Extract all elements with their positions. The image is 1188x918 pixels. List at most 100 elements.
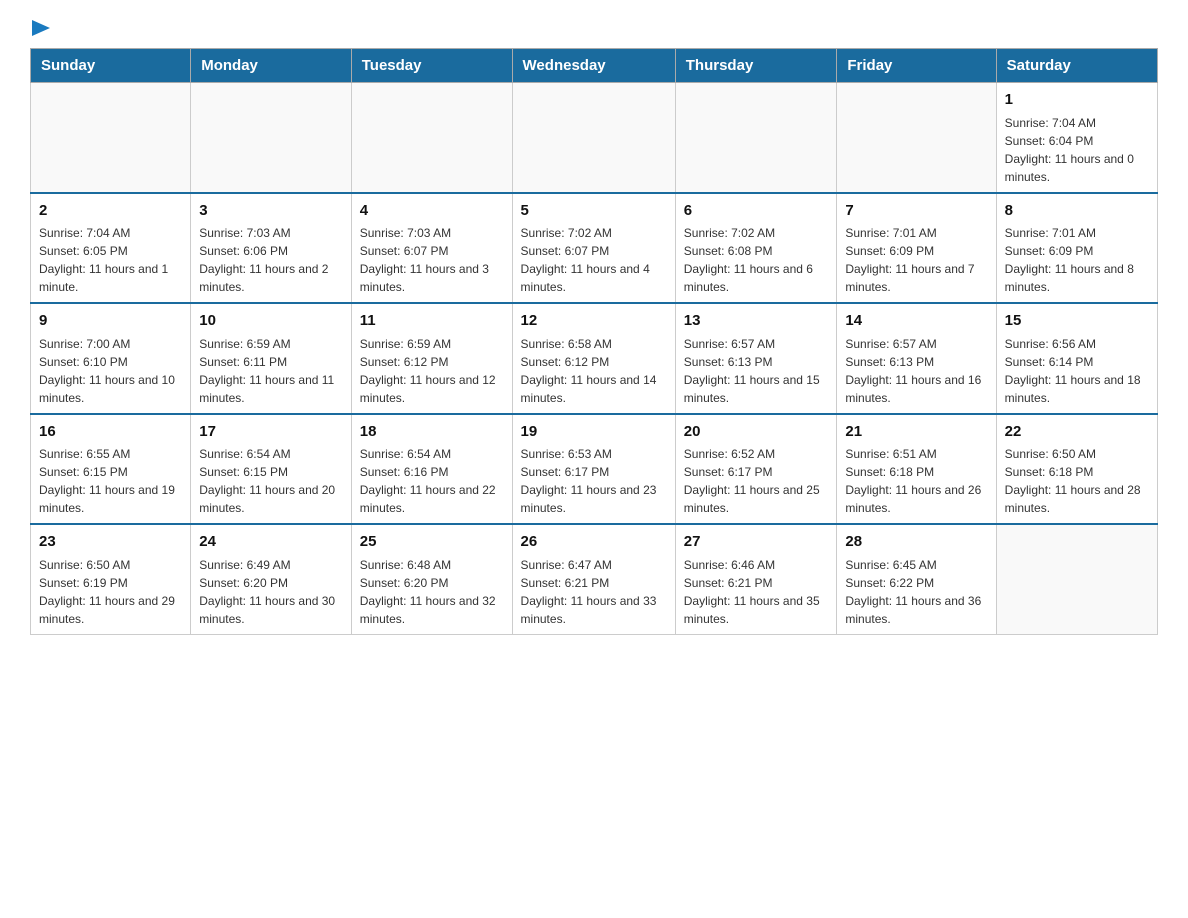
day-header-sunday: Sunday (31, 49, 191, 83)
calendar-day-cell: 20 Sunrise: 6:52 AM Sunset: 6:17 PM Dayligh… (675, 414, 837, 525)
sunset-text: Sunset: 6:18 PM (1005, 465, 1094, 479)
sunrise-text: Sunrise: 6:54 AM (360, 447, 451, 461)
calendar-day-cell (31, 83, 191, 193)
sunrise-text: Sunrise: 6:51 AM (845, 447, 936, 461)
daylight-text: Daylight: 11 hours and 15 minutes. (684, 373, 820, 405)
daylight-text: Daylight: 11 hours and 1 minute. (39, 262, 168, 294)
sunrise-text: Sunrise: 6:50 AM (1005, 447, 1096, 461)
calendar-day-cell: 16Sunrise: 6:55 AMSunset: 6:15 PMDayligh… (31, 414, 191, 525)
page-header (30, 20, 1158, 38)
sunrise-text: Sunrise: 7:00 AM (39, 337, 130, 351)
sunset-text: Sunset: 6:19 PM (39, 576, 128, 590)
sunrise-text: Sunrise: 6:46 AM (684, 558, 775, 572)
day-number: 24 (199, 531, 343, 554)
logo (30, 20, 50, 38)
day-number: 23 (39, 531, 182, 554)
calendar-day-cell: 26Sunrise: 6:47 AMSunset: 6:21 PMDayligh… (512, 524, 675, 634)
sunset-text: Sunset: 6:18 PM (845, 465, 934, 479)
daylight-text: Daylight: 11 hours and 20 minutes. (199, 483, 335, 515)
calendar-week-row: 2Sunrise: 7:04 AMSunset: 6:05 PMDaylight… (31, 193, 1158, 304)
sunrise-text: Sunrise: 6:57 AM (845, 337, 936, 351)
daylight-text: Daylight: 11 hours and 3 minutes. (360, 262, 489, 294)
logo-arrow-icon (32, 20, 50, 36)
calendar-week-row: 1Sunrise: 7:04 AMSunset: 6:04 PMDaylight… (31, 83, 1158, 193)
day-number: 9 (39, 310, 182, 333)
calendar-day-cell: 17Sunrise: 6:54 AMSunset: 6:15 PMDayligh… (191, 414, 352, 525)
daylight-text: Daylight: 11 hours and 8 minutes. (1005, 262, 1134, 294)
sunset-text: Sunset: 6:11 PM (199, 355, 287, 369)
calendar-day-cell: 5Sunrise: 7:02 AMSunset: 6:07 PMDaylight… (512, 193, 675, 304)
calendar-day-cell: 9 Sunrise: 7:00 AM Sunset: 6:10 PM Daylight… (31, 303, 191, 414)
daylight-text: Daylight: 11 hours and 26 minutes. (845, 483, 981, 515)
calendar-week-row: 9 Sunrise: 7:00 AM Sunset: 6:10 PM Daylight… (31, 303, 1158, 414)
calendar-day-cell: 22Sunrise: 6:50 AMSunset: 6:18 PMDayligh… (996, 414, 1157, 525)
day-number: 1 (1005, 89, 1149, 112)
calendar-day-cell (996, 524, 1157, 634)
sunset-text: Sunset: 6:12 PM (521, 355, 610, 369)
calendar-day-cell: 23 Sunrise: 6:50 AM Sunset: 6:19 PM Dayligh… (31, 524, 191, 634)
calendar-day-cell: 3Sunrise: 7:03 AMSunset: 6:06 PMDaylight… (191, 193, 352, 304)
day-number: 28 (845, 531, 987, 554)
calendar-day-cell (512, 83, 675, 193)
sunset-text: Sunset: 6:09 PM (845, 244, 934, 258)
day-number: 18 (360, 421, 504, 444)
sunset-text: Sunset: 6:16 PM (360, 465, 449, 479)
calendar-table: SundayMondayTuesdayWednesdayThursdayFrid… (30, 48, 1158, 635)
calendar-week-row: 16Sunrise: 6:55 AMSunset: 6:15 PMDayligh… (31, 414, 1158, 525)
calendar-day-cell: 14Sunrise: 6:57 AMSunset: 6:13 PMDayligh… (837, 303, 996, 414)
sunset-text: Sunset: 6:05 PM (39, 244, 128, 258)
calendar-day-cell: 4Sunrise: 7:03 AMSunset: 6:07 PMDaylight… (351, 193, 512, 304)
calendar-day-cell: 2Sunrise: 7:04 AMSunset: 6:05 PMDaylight… (31, 193, 191, 304)
day-number: 4 (360, 200, 504, 223)
sunset-text: Sunset: 6:20 PM (360, 576, 449, 590)
sunset-text: Sunset: 6:10 PM (39, 355, 128, 369)
day-header-saturday: Saturday (996, 49, 1157, 83)
day-header-thursday: Thursday (675, 49, 837, 83)
daylight-text: Daylight: 11 hours and 6 minutes. (684, 262, 813, 294)
calendar-day-cell: 8Sunrise: 7:01 AMSunset: 6:09 PMDaylight… (996, 193, 1157, 304)
day-number: 21 (845, 421, 987, 444)
daylight-text: Daylight: 11 hours and 11 minutes. (199, 373, 334, 405)
sunrise-text: Sunrise: 7:01 AM (845, 226, 936, 240)
sunset-text: Sunset: 6:22 PM (845, 576, 934, 590)
calendar-day-cell: 12Sunrise: 6:58 AMSunset: 6:12 PMDayligh… (512, 303, 675, 414)
daylight-text: Daylight: 11 hours and 28 minutes. (1005, 483, 1141, 515)
sunrise-text: Sunrise: 6:54 AM (199, 447, 290, 461)
sunrise-text: Sunrise: 6:49 AM (199, 558, 290, 572)
sunrise-text: Sunrise: 6:59 AM (360, 337, 451, 351)
daylight-text: Daylight: 11 hours and 19 minutes. (39, 483, 175, 515)
day-number: 8 (1005, 200, 1149, 223)
sunset-text: Sunset: 6:15 PM (199, 465, 288, 479)
daylight-text: Daylight: 11 hours and 25 minutes. (684, 483, 820, 515)
daylight-text: Daylight: 11 hours and 23 minutes. (521, 483, 657, 515)
sunrise-text: Sunrise: 6:45 AM (845, 558, 936, 572)
sunrise-text: Sunrise: 6:52 AM (684, 447, 775, 461)
day-number: 20 (684, 421, 829, 444)
calendar-day-cell (351, 83, 512, 193)
calendar-day-cell: 21 Sunrise: 6:51 AM Sunset: 6:18 PM Dayligh… (837, 414, 996, 525)
daylight-text: Daylight: 11 hours and 22 minutes. (360, 483, 496, 515)
sunset-text: Sunset: 6:21 PM (521, 576, 610, 590)
day-number: 5 (521, 200, 667, 223)
sunrise-text: Sunrise: 7:03 AM (199, 226, 290, 240)
sunset-text: Sunset: 6:06 PM (199, 244, 288, 258)
sunrise-text: Sunrise: 7:02 AM (684, 226, 775, 240)
day-number: 7 (845, 200, 987, 223)
daylight-text: Daylight: 11 hours and 29 minutes. (39, 594, 175, 626)
sunset-text: Sunset: 6:08 PM (684, 244, 773, 258)
day-number: 27 (684, 531, 829, 554)
day-number: 12 (521, 310, 667, 333)
day-number: 16 (39, 421, 182, 444)
daylight-text: Daylight: 11 hours and 10 minutes. (39, 373, 175, 405)
daylight-text: Daylight: 11 hours and 4 minutes. (521, 262, 650, 294)
day-header-tuesday: Tuesday (351, 49, 512, 83)
sunset-text: Sunset: 6:14 PM (1005, 355, 1094, 369)
sunrise-text: Sunrise: 6:48 AM (360, 558, 451, 572)
daylight-text: Daylight: 11 hours and 32 minutes. (360, 594, 496, 626)
sunrise-text: Sunrise: 6:50 AM (39, 558, 130, 572)
sunset-text: Sunset: 6:17 PM (684, 465, 773, 479)
sunrise-text: Sunrise: 6:53 AM (521, 447, 612, 461)
calendar-day-cell: 27Sunrise: 6:46 AMSunset: 6:21 PMDayligh… (675, 524, 837, 634)
daylight-text: Daylight: 11 hours and 16 minutes. (845, 373, 981, 405)
calendar-day-cell (837, 83, 996, 193)
